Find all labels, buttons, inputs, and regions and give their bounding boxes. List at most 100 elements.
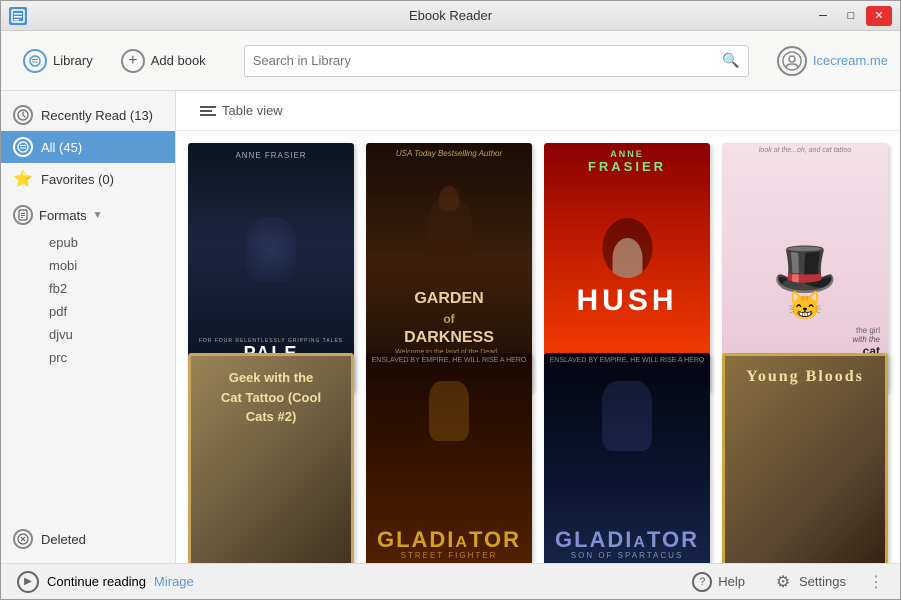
main-toolbar: Library + Add book 🔍 Icecream.me	[1, 31, 900, 91]
glad1-badge-text: ENSLAVED BY EMPIRE, HE WILL RISE A HERO	[370, 357, 528, 364]
help-button[interactable]: ? Help	[686, 568, 751, 596]
formats-section: Formats ▼ epub mobi fb2 pdf djvu	[1, 195, 175, 373]
add-book-label: Add book	[151, 53, 206, 68]
deleted-label: Deleted	[41, 532, 86, 547]
close-button[interactable]: ✕	[866, 6, 892, 26]
continue-reading-area[interactable]: ▶ Continue reading Mirage	[17, 571, 670, 593]
glad1-figure	[429, 381, 469, 441]
sidebar-item-prc[interactable]: prc	[13, 346, 163, 369]
sidebar-item-epub[interactable]: epub	[13, 231, 163, 254]
hush-frasier: FRASIER	[544, 159, 710, 174]
table-line-2	[200, 110, 212, 112]
main-window: Ebook Reader ─ □ ✕ Library + Add book	[0, 0, 901, 600]
sidebar-item-favorites[interactable]: ⭐ Favorites (0)	[1, 163, 175, 195]
table-view-button[interactable]: Table view	[192, 99, 291, 122]
title-bar: Ebook Reader ─ □ ✕	[1, 1, 900, 31]
recently-read-label: Recently Read (13)	[41, 108, 153, 123]
book-card-geek-cat[interactable]: Geek with theCat Tattoo (CoolCats #2) Th…	[188, 353, 354, 563]
glad2-subtitle-text: SON OF SPARTACUS	[555, 551, 699, 560]
geek-title-text: Geek with theCat Tattoo (CoolCats #2)	[221, 368, 321, 427]
hush-anne: ANNE	[544, 149, 710, 159]
epub-label: epub	[49, 235, 78, 250]
search-bar: 🔍	[244, 45, 749, 77]
glad2-figure	[602, 381, 652, 451]
glad1-title-text: GLADIATOR	[377, 529, 521, 551]
maximize-button[interactable]: □	[838, 6, 864, 26]
minimize-button[interactable]: ─	[810, 6, 836, 26]
content-area: Table view ANNE FRASIER FOR FOUR RELENTL…	[176, 91, 900, 563]
pi-author-top: ANNE FRASIER	[235, 151, 306, 160]
play-icon: ▶	[17, 571, 39, 593]
sidebar-item-all[interactable]: All (45)	[1, 131, 175, 163]
user-area[interactable]: Icecream.me	[777, 46, 888, 76]
continue-label: Continue reading	[47, 574, 146, 589]
help-label: Help	[718, 574, 745, 589]
favorites-label: Favorites (0)	[41, 172, 114, 187]
formats-icon	[13, 205, 33, 225]
window-controls: ─ □ ✕	[810, 6, 892, 26]
avatar	[777, 46, 807, 76]
settings-button[interactable]: ⚙ Settings	[767, 568, 852, 596]
current-book-title: Mirage	[154, 574, 194, 589]
app-icon	[9, 7, 27, 25]
window-title: Ebook Reader	[409, 8, 492, 23]
young-title-text: Young Bloods	[746, 368, 864, 386]
library-button[interactable]: Library	[13, 43, 103, 79]
sidebar-spacer	[1, 373, 175, 523]
garden-art	[427, 158, 472, 289]
glad2-text-area: GLADIATOR SON OF SPARTACUS SIMONSCARROW	[555, 529, 699, 563]
book-cover-geek-cat: Geek with theCat Tattoo (CoolCats #2) Th…	[188, 353, 354, 563]
pi-figure	[246, 217, 296, 282]
sidebar-item-djvu[interactable]: djvu	[13, 323, 163, 346]
sidebar-item-recently-read[interactable]: Recently Read (13)	[1, 99, 175, 131]
deleted-icon	[13, 529, 33, 549]
hush-title-text: HUSH	[576, 284, 677, 318]
formats-label: Formats	[39, 208, 87, 223]
library-icon	[23, 49, 47, 73]
djvu-label: djvu	[49, 327, 73, 342]
hush-face	[602, 218, 652, 278]
book-cover-gladiator1: ENSLAVED BY EMPIRE, HE WILL RISE A HERO …	[366, 353, 532, 563]
content-toolbar: Table view	[176, 91, 900, 131]
hush-header: ANNE FRASIER	[544, 149, 710, 174]
favorites-icon: ⭐	[13, 169, 33, 189]
help-icon: ?	[692, 572, 712, 592]
book-card-gladiator1[interactable]: ENSLAVED BY EMPIRE, HE WILL RISE A HERO …	[366, 353, 532, 563]
add-book-button[interactable]: + Add book	[111, 43, 216, 79]
search-icon: 🔍	[722, 52, 739, 69]
garden-title-area: GARDENofDARKNESS Welcome to the land of …	[395, 289, 503, 356]
sidebar-item-deleted[interactable]: Deleted	[1, 523, 175, 555]
book-card-gladiator2[interactable]: ENSLAVED BY EMPIRE, HE WILL RISE A HERO …	[544, 353, 710, 563]
garden-figure	[427, 196, 472, 251]
sidebar: Recently Read (13) All (45) ⭐ Favorites …	[1, 91, 176, 563]
garden-badge: USA Today Bestselling Author	[396, 149, 502, 158]
cat-with: with the	[847, 335, 880, 344]
all-label: All (45)	[41, 140, 82, 155]
status-bar: ▶ Continue reading Mirage ? Help ⚙ Setti…	[1, 563, 900, 599]
garden-title-text: GARDENofDARKNESS	[395, 289, 503, 347]
cat-top-text: look at the...oh, and cat tattoo	[726, 147, 884, 154]
more-options-icon[interactable]: ⋮	[868, 572, 884, 592]
table-line-1	[200, 106, 216, 108]
table-view-label: Table view	[222, 103, 283, 118]
table-line-3	[200, 114, 216, 116]
add-icon: +	[121, 49, 145, 73]
fb2-label: fb2	[49, 281, 67, 296]
hush-main: HUSH	[576, 218, 677, 318]
formats-header[interactable]: Formats ▼	[13, 199, 163, 231]
glad1-text-area: GLADIATOR STREET FIGHTER SIMONSCARROW	[377, 529, 521, 563]
books-grid: ANNE FRASIER FOR FOUR RELENTLESSLY GRIPP…	[176, 131, 900, 563]
book-card-young-bloods[interactable]: Young Bloods Simon Scarrow	[722, 353, 888, 563]
sidebar-item-mobi[interactable]: mobi	[13, 254, 163, 277]
sidebar-item-fb2[interactable]: fb2	[13, 277, 163, 300]
table-view-icon	[200, 106, 216, 116]
glad2-badge-text: ENSLAVED BY EMPIRE, HE WILL RISE A HERO	[548, 357, 706, 364]
glad2-figure-area	[602, 361, 652, 529]
title-bar-left	[9, 7, 27, 25]
settings-label: Settings	[799, 574, 846, 589]
main-area: Recently Read (13) All (45) ⭐ Favorites …	[1, 91, 900, 563]
glad2-title-text: GLADIATOR	[555, 529, 699, 551]
settings-icon: ⚙	[773, 572, 793, 592]
search-input[interactable]	[253, 53, 723, 68]
sidebar-item-pdf[interactable]: pdf	[13, 300, 163, 323]
